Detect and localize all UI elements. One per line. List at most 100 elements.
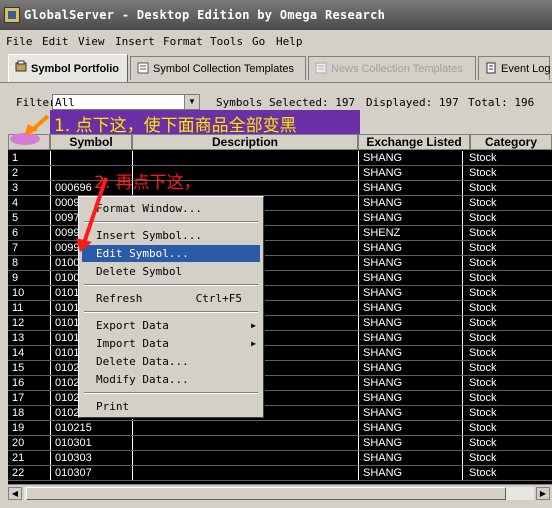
column-header-description[interactable]: Description <box>132 134 358 150</box>
cell-symbol[interactable]: 010301 <box>50 436 130 451</box>
menu-item-import-data[interactable]: Import Data ▶ <box>82 335 260 352</box>
cell-exchange[interactable]: SHANG <box>358 301 462 316</box>
table-row[interactable]: 20 010301 SHANG Stock <box>8 436 552 451</box>
menu-item-export-data[interactable]: Export Data ▶ <box>82 317 260 334</box>
cell-category[interactable]: Stock <box>462 316 552 331</box>
cell-category[interactable]: Stock <box>462 181 552 196</box>
cell-exchange[interactable]: SHANG <box>358 421 462 436</box>
row-number[interactable]: 2 <box>8 166 48 181</box>
cell-exchange[interactable]: SHANG <box>358 346 462 361</box>
tab-symbol-portfolio[interactable]: Symbol Portfolio <box>8 54 128 82</box>
row-number[interactable]: 12 <box>8 316 48 331</box>
cell-exchange[interactable]: SHANG <box>358 151 462 166</box>
column-header-category[interactable]: Category <box>470 134 552 150</box>
row-number[interactable]: 10 <box>8 286 48 301</box>
cell-category[interactable]: Stock <box>462 166 552 181</box>
row-number[interactable]: 21 <box>8 451 48 466</box>
menu-item-format-window[interactable]: Format Window... <box>82 200 260 217</box>
cell-symbol[interactable]: 010307 <box>50 466 130 481</box>
menu-item-insert-symbol[interactable]: Insert Symbol... <box>82 227 260 244</box>
cell-exchange[interactable]: SHANG <box>358 256 462 271</box>
menu-item-modify-data[interactable]: Modify Data... <box>82 371 260 388</box>
cell-symbol[interactable]: 010215 <box>50 421 130 436</box>
tab-event-log[interactable]: Event Log <box>478 56 551 80</box>
filter-dropdown[interactable]: All ▼ <box>52 94 200 110</box>
cell-exchange[interactable]: SHANG <box>358 391 462 406</box>
table-row[interactable]: 22 010307 SHANG Stock <box>8 466 552 481</box>
menu-file[interactable]: File <box>6 35 33 48</box>
cell-category[interactable]: Stock <box>462 196 552 211</box>
cell-description[interactable] <box>132 436 359 451</box>
table-row[interactable]: 21 010303 SHANG Stock <box>8 451 552 466</box>
cell-category[interactable]: Stock <box>462 301 552 316</box>
row-number[interactable]: 6 <box>8 226 48 241</box>
scroll-thumb[interactable] <box>26 487 506 500</box>
cell-category[interactable]: Stock <box>462 436 552 451</box>
cell-exchange[interactable]: SHANG <box>358 316 462 331</box>
tab-news-collection-templates[interactable]: News Collection Templates <box>308 56 476 80</box>
cell-exchange[interactable]: SHANG <box>358 286 462 301</box>
menu-item-delete-data[interactable]: Delete Data... <box>82 353 260 370</box>
row-number[interactable]: 8 <box>8 256 48 271</box>
table-row[interactable]: 2 SHANG Stock <box>8 166 552 181</box>
table-row[interactable]: 19 010215 SHANG Stock <box>8 421 552 436</box>
cell-category[interactable]: Stock <box>462 406 552 421</box>
cell-category[interactable]: Stock <box>462 256 552 271</box>
horizontal-scrollbar[interactable]: ◀ ▶ <box>8 484 552 501</box>
cell-category[interactable]: Stock <box>462 241 552 256</box>
row-number[interactable]: 1 <box>8 151 48 166</box>
table-row[interactable]: 3 000696 SHANG Stock <box>8 181 552 196</box>
cell-exchange[interactable]: SHANG <box>358 466 462 481</box>
cell-description[interactable] <box>132 421 359 436</box>
row-number[interactable]: 13 <box>8 331 48 346</box>
cell-description[interactable] <box>132 451 359 466</box>
row-number[interactable]: 20 <box>8 436 48 451</box>
cell-category[interactable]: Stock <box>462 346 552 361</box>
row-number[interactable]: 15 <box>8 361 48 376</box>
cell-category[interactable]: Stock <box>462 226 552 241</box>
menu-view[interactable]: View <box>78 35 105 48</box>
row-number[interactable]: 7 <box>8 241 48 256</box>
row-number[interactable]: 14 <box>8 346 48 361</box>
menu-item-edit-symbol[interactable]: Edit Symbol... <box>82 245 260 262</box>
cell-category[interactable]: Stock <box>462 376 552 391</box>
cell-category[interactable]: Stock <box>462 421 552 436</box>
row-number[interactable]: 11 <box>8 301 48 316</box>
cell-exchange[interactable]: SHANG <box>358 271 462 286</box>
cell-symbol[interactable] <box>50 151 130 166</box>
cell-category[interactable]: Stock <box>462 391 552 406</box>
cell-category[interactable]: Stock <box>462 151 552 166</box>
cell-exchange[interactable]: SHANG <box>358 166 462 181</box>
menu-insert[interactable]: Insert <box>115 35 155 48</box>
row-number[interactable]: 18 <box>8 406 48 421</box>
cell-category[interactable]: Stock <box>462 331 552 346</box>
cell-category[interactable]: Stock <box>462 286 552 301</box>
cell-description[interactable] <box>132 466 359 481</box>
menu-go[interactable]: Go <box>252 35 265 48</box>
table-row[interactable]: 1 SHANG Stock <box>8 151 552 166</box>
row-number[interactable]: 5 <box>8 211 48 226</box>
menu-edit[interactable]: Edit <box>42 35 69 48</box>
row-number[interactable]: 17 <box>8 391 48 406</box>
row-number[interactable]: 3 <box>8 181 48 196</box>
cell-exchange[interactable]: SHENZ <box>358 226 462 241</box>
scroll-right-icon[interactable]: ▶ <box>536 487 550 500</box>
cell-exchange[interactable]: SHANG <box>358 361 462 376</box>
menu-format[interactable]: Format <box>163 35 203 48</box>
cell-exchange[interactable]: SHANG <box>358 406 462 421</box>
menu-help[interactable]: Help <box>276 35 303 48</box>
row-number[interactable]: 4 <box>8 196 48 211</box>
column-header-exchange[interactable]: Exchange Listed <box>358 134 470 150</box>
cell-category[interactable]: Stock <box>462 271 552 286</box>
scroll-left-icon[interactable]: ◀ <box>8 487 22 500</box>
menu-tools[interactable]: Tools <box>210 35 243 48</box>
cell-exchange[interactable]: SHANG <box>358 376 462 391</box>
row-number[interactable]: 9 <box>8 271 48 286</box>
cell-description[interactable] <box>132 151 359 166</box>
cell-exchange[interactable]: SHANG <box>358 211 462 226</box>
cell-exchange[interactable]: SHANG <box>358 436 462 451</box>
menu-item-refresh[interactable]: Refresh Ctrl+F5 <box>82 290 260 307</box>
cell-exchange[interactable]: SHANG <box>358 181 462 196</box>
cell-exchange[interactable]: SHANG <box>358 196 462 211</box>
row-number[interactable]: 16 <box>8 376 48 391</box>
